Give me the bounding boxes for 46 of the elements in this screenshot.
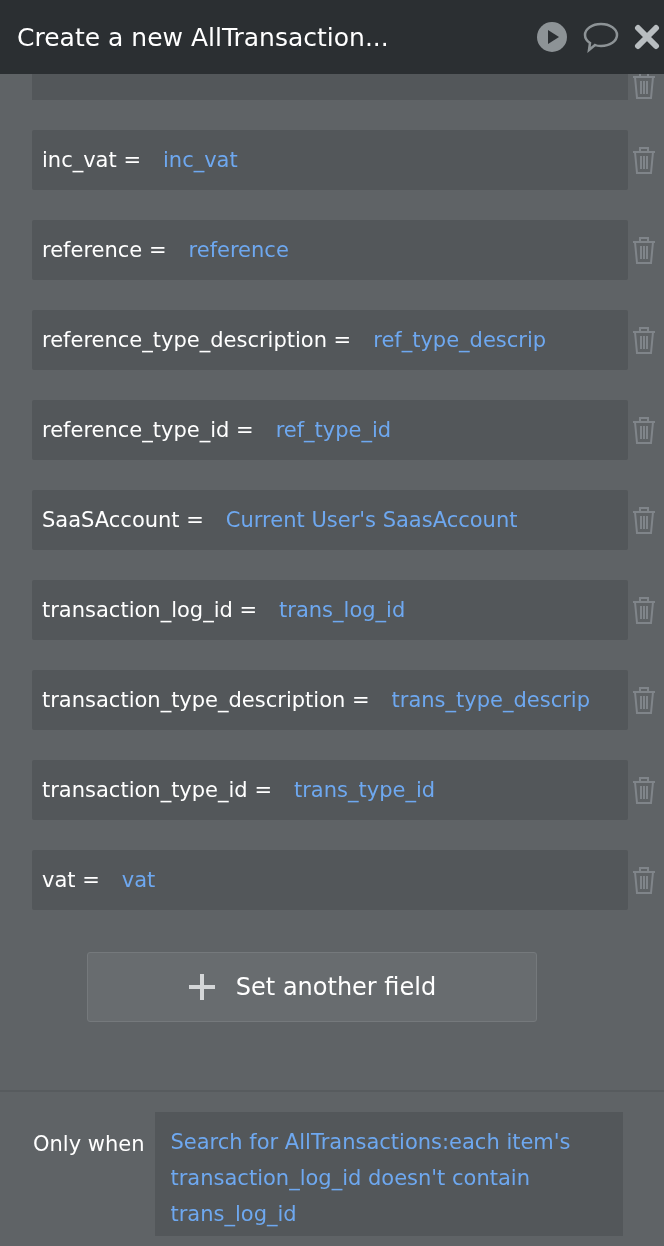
field-value[interactable]: Current User's SaasAccount xyxy=(225,504,518,536)
field-name: reference = xyxy=(42,237,167,264)
field-value[interactable]: vat xyxy=(121,864,156,896)
window-title: Create a new AllTransaction... xyxy=(17,22,390,52)
field-value[interactable]: trans_log_id xyxy=(279,594,406,626)
close-icon[interactable] xyxy=(634,24,660,50)
field-row[interactable]: reference_type_description = ref_type_descrip xyxy=(32,310,628,370)
field-row[interactable]: transaction_type_id = trans_type_id xyxy=(32,760,628,820)
field-value[interactable]: inc_vat xyxy=(163,144,238,176)
field-name: transaction_log_id = xyxy=(42,597,258,625)
field-name: SaaSAccount = xyxy=(42,507,204,534)
field-row[interactable] xyxy=(32,74,628,100)
condition-expression[interactable]: Search for AllTransactions:each item's transaction_log_id doesn't contain trans_log_id xyxy=(154,1112,623,1236)
trash-icon[interactable] xyxy=(631,74,657,100)
trash-icon[interactable] xyxy=(631,415,657,445)
comment-icon[interactable] xyxy=(582,21,620,53)
condition-label: Only when xyxy=(33,1132,145,1156)
field-name: transaction_type_id = xyxy=(42,777,272,805)
field-value[interactable]: trans_type_id xyxy=(294,774,436,806)
field-row[interactable]: reference_type_id = ref_type_id xyxy=(32,400,628,460)
field-name: reference_type_id = xyxy=(42,417,254,445)
plus-icon xyxy=(187,973,216,1001)
trash-icon[interactable] xyxy=(631,595,657,625)
set-another-field-button[interactable]: Set another field xyxy=(87,952,537,1022)
trash-icon[interactable] xyxy=(631,775,657,805)
field-row[interactable]: SaaSAccount = Current User's SaasAccount xyxy=(32,490,628,550)
field-row[interactable]: transaction_log_id = trans_log_id xyxy=(32,580,628,640)
play-icon[interactable] xyxy=(536,21,568,53)
trash-icon[interactable] xyxy=(631,145,657,175)
trash-icon[interactable] xyxy=(631,505,657,535)
field-value[interactable]: reference xyxy=(188,234,289,266)
field-value[interactable]: ref_type_id xyxy=(275,414,392,446)
field-row[interactable]: reference = reference xyxy=(32,220,628,280)
field-name: transaction_type_description = xyxy=(42,687,370,715)
trash-icon[interactable] xyxy=(631,685,657,715)
field-value[interactable]: trans_type_descrip xyxy=(391,684,590,716)
field-row[interactable]: transaction_type_description = trans_type_descrip xyxy=(32,670,628,730)
field-row[interactable]: inc_vat = inc_vat xyxy=(32,130,628,190)
field-name: vat = xyxy=(42,867,100,894)
field-name: inc_vat = xyxy=(42,147,141,175)
trash-icon[interactable] xyxy=(631,235,657,265)
trash-icon[interactable] xyxy=(631,865,657,895)
trash-icon[interactable] xyxy=(631,325,657,355)
field-name: reference_type_description = xyxy=(42,327,352,355)
field-value[interactable]: ref_type_descrip xyxy=(373,324,547,356)
field-row[interactable]: vat = vat xyxy=(32,850,628,910)
